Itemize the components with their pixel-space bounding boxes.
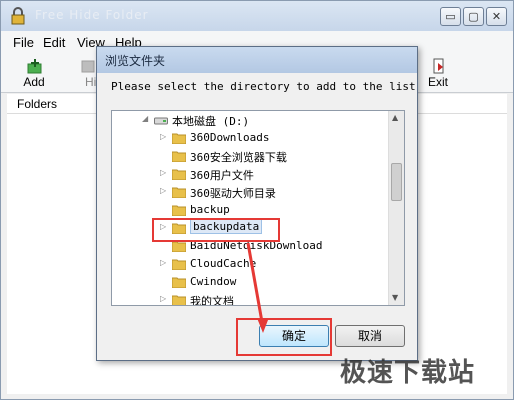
- browse-folder-dialog: 浏览文件夹 Please select the directory to add…: [96, 46, 418, 361]
- menu-file[interactable]: File: [13, 35, 34, 50]
- expanded-arrow-icon[interactable]: ◢: [142, 114, 150, 124]
- folder-icon: [172, 295, 186, 305]
- folder-icon: [172, 259, 186, 270]
- tree-item[interactable]: ▷ 我的文档: [112, 291, 388, 306]
- tree-item-label: backup: [190, 203, 230, 216]
- tree-item-label: Cwindow: [190, 275, 237, 288]
- exit-icon: [433, 58, 444, 74]
- tree-item-drive[interactable]: ◢ 本地磁盘 (D:): [112, 111, 388, 129]
- tree-item-label: 本地磁盘 (D:): [172, 115, 250, 128]
- close-button[interactable]: ✕: [486, 7, 507, 26]
- tree-item-selected[interactable]: ▷ backupdata: [112, 219, 388, 237]
- menu-edit[interactable]: Edit: [43, 35, 65, 50]
- scroll-down-icon[interactable]: ▼: [392, 293, 398, 302]
- add-button[interactable]: Add: [12, 55, 56, 91]
- tree-scrollbar[interactable]: ▲ ▼: [388, 111, 404, 305]
- folder-icon: [172, 133, 186, 144]
- dialog-titlebar[interactable]: 浏览文件夹: [97, 47, 417, 73]
- tree-item[interactable]: 360安全浏览器下载: [112, 147, 388, 165]
- minimize-button[interactable]: ▭: [440, 7, 461, 26]
- tree-item[interactable]: BaiduNetdiskDownload: [112, 237, 388, 255]
- folder-icon: [172, 277, 186, 288]
- maximize-button[interactable]: ▢: [463, 7, 484, 26]
- tree-item-label: 360用户文件: [190, 169, 254, 182]
- tree-item-label: 360安全浏览器下载: [190, 151, 287, 164]
- dialog-title: 浏览文件夹: [105, 54, 166, 68]
- tree-item-label: 360Downloads: [190, 131, 270, 144]
- exit-button[interactable]: Exit: [416, 55, 460, 91]
- folder-icon: [172, 241, 186, 252]
- cancel-button[interactable]: 取消: [335, 325, 405, 347]
- drive-icon: [154, 117, 168, 125]
- folder-icon: [172, 151, 186, 162]
- tree-item[interactable]: backup: [112, 201, 388, 219]
- tree-item[interactable]: ▷ 360Downloads: [112, 129, 388, 147]
- expand-arrow-icon[interactable]: ▷: [160, 222, 168, 232]
- expand-arrow-icon[interactable]: ▷: [160, 132, 168, 142]
- expand-arrow-icon[interactable]: ▷: [160, 168, 168, 178]
- main-titlebar[interactable]: Free Hide Folder ▭ ▢ ✕: [1, 1, 513, 31]
- tree-item[interactable]: ▷ 360驱动大师目录: [112, 183, 388, 201]
- tree-item-label: CloudCache: [190, 257, 257, 270]
- tree-item-label: 我的文档: [190, 295, 234, 306]
- add-folder-icon: [27, 59, 42, 74]
- folder-tree[interactable]: ◢ 本地磁盘 (D:) ▷ 360Downloads 360安全浏览器下载 ▷ …: [111, 110, 405, 306]
- expand-arrow-icon[interactable]: ▷: [160, 294, 168, 304]
- expand-arrow-icon[interactable]: ▷: [160, 186, 168, 196]
- tree-item[interactable]: ▷ 360用户文件: [112, 165, 388, 183]
- tree-item[interactable]: ▷ CloudCache: [112, 255, 388, 273]
- folder-icon: [172, 205, 186, 216]
- scroll-thumb[interactable]: [391, 163, 402, 201]
- expand-arrow-icon[interactable]: ▷: [160, 258, 168, 268]
- tree-item-label: backupdata: [190, 219, 263, 234]
- ok-button[interactable]: 确定: [259, 325, 329, 347]
- folders-header-label: Folders: [17, 97, 58, 111]
- lock-icon: [11, 7, 25, 25]
- tree-item-label: 360驱动大师目录: [190, 187, 276, 200]
- watermark-text: 极速下载站: [340, 358, 476, 388]
- add-label: Add: [23, 75, 45, 89]
- tree-item[interactable]: Cwindow: [112, 273, 388, 291]
- folder-icon: [172, 187, 186, 198]
- scroll-up-icon[interactable]: ▲: [392, 113, 398, 122]
- tree-item-label: BaiduNetdiskDownload: [190, 239, 323, 252]
- folder-icon: [172, 169, 186, 180]
- dialog-prompt: Please select the directory to add to th…: [111, 80, 416, 93]
- exit-label: Exit: [427, 75, 448, 89]
- window-title: Free Hide Folder: [35, 8, 149, 22]
- folder-icon: [172, 223, 186, 234]
- hide-icon: [81, 60, 95, 73]
